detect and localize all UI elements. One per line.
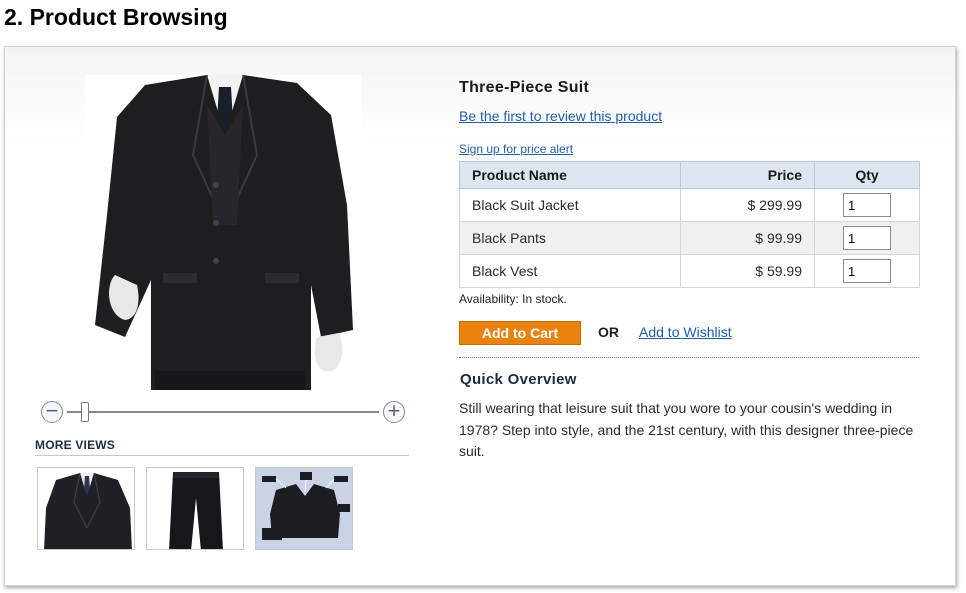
qty-input[interactable] bbox=[843, 193, 891, 217]
row-product-name: Black Vest bbox=[459, 254, 681, 288]
grouped-product-table: Product Name Price Qty Black Suit Jacket… bbox=[459, 161, 920, 288]
accessories-thumbnail-image bbox=[256, 468, 352, 549]
row-price: $ 299.99 bbox=[680, 188, 815, 222]
or-separator: OR bbox=[598, 324, 619, 340]
slide-title: 2. Product Browsing bbox=[4, 4, 228, 30]
column-header-price: Price bbox=[680, 161, 815, 189]
qty-input[interactable] bbox=[843, 259, 891, 283]
qty-input[interactable] bbox=[843, 226, 891, 250]
suit-jacket-thumbnail-image bbox=[38, 468, 134, 549]
product-main-image bbox=[85, 75, 361, 390]
availability-status: Availability: In stock. bbox=[459, 292, 567, 306]
price-alert-link[interactable]: Sign up for price alert bbox=[459, 142, 573, 156]
thumbnail-pants[interactable] bbox=[146, 467, 244, 550]
zoom-control: − + bbox=[41, 401, 413, 423]
row-qty-cell bbox=[814, 221, 920, 255]
zoom-out-icon[interactable]: − bbox=[41, 401, 63, 423]
more-views-heading: MORE VIEWS bbox=[35, 438, 116, 452]
product-page: − + MORE VIEWS Three-Piece Suit Be the f… bbox=[4, 46, 956, 586]
quick-overview-heading: Quick Overview bbox=[460, 371, 577, 388]
column-header-qty: Qty bbox=[814, 161, 920, 189]
column-header-product-name: Product Name bbox=[459, 161, 681, 189]
zoom-slider-handle[interactable] bbox=[81, 402, 89, 422]
thumbnail-suit-jacket[interactable] bbox=[37, 467, 135, 550]
pants-thumbnail-image bbox=[147, 468, 243, 549]
row-product-name: Black Pants bbox=[459, 221, 681, 255]
add-to-wishlist-link[interactable]: Add to Wishlist bbox=[639, 324, 732, 340]
table-row: Black Suit Jacket $ 299.99 bbox=[459, 188, 920, 222]
zoom-slider-track[interactable] bbox=[67, 411, 379, 413]
section-divider bbox=[459, 357, 919, 358]
quick-overview-text: Still wearing that leisure suit that you… bbox=[459, 400, 914, 459]
more-views-divider bbox=[35, 455, 409, 456]
row-qty-cell bbox=[814, 188, 920, 222]
zoom-in-icon[interactable]: + bbox=[383, 401, 405, 423]
product-name: Three-Piece Suit bbox=[459, 79, 590, 96]
add-to-cart-button[interactable]: Add to Cart bbox=[459, 321, 581, 345]
row-qty-cell bbox=[814, 254, 920, 288]
row-price: $ 99.99 bbox=[680, 221, 815, 255]
thumbnail-accessories[interactable] bbox=[255, 467, 353, 550]
table-header-row: Product Name Price Qty bbox=[459, 161, 920, 189]
table-row: Black Pants $ 99.99 bbox=[459, 221, 920, 255]
table-row: Black Vest $ 59.99 bbox=[459, 254, 920, 288]
review-link[interactable]: Be the first to review this product bbox=[459, 108, 662, 124]
row-product-name: Black Suit Jacket bbox=[459, 188, 681, 222]
row-price: $ 59.99 bbox=[680, 254, 815, 288]
